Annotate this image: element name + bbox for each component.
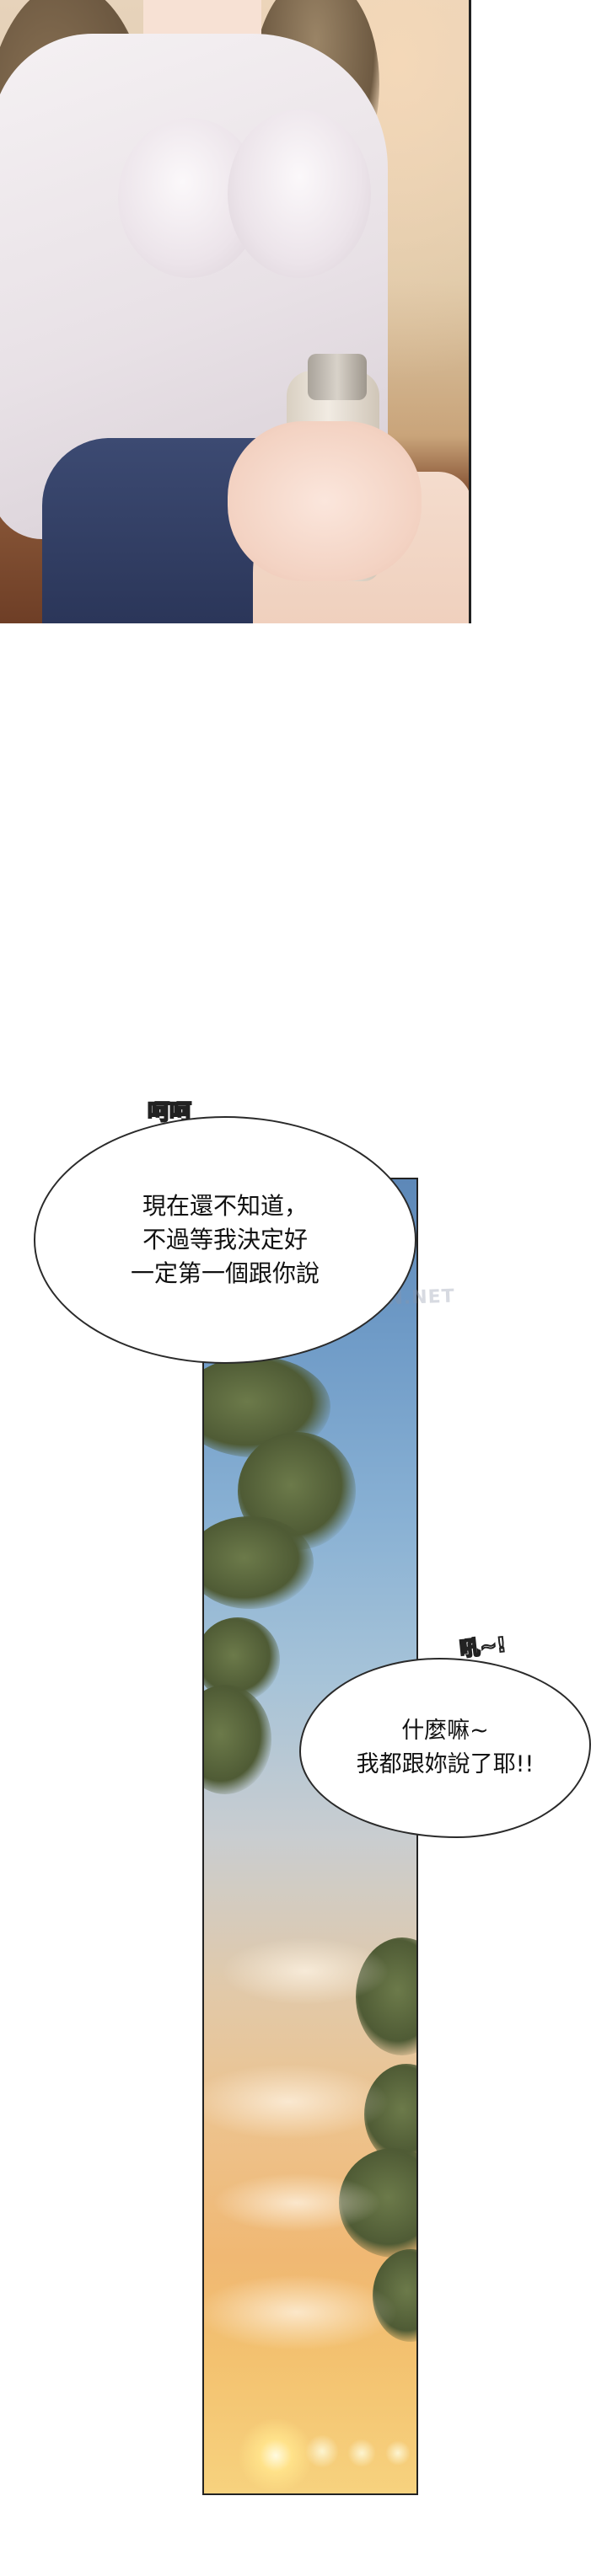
speech-line: 什麼嘛~ xyxy=(401,1718,489,1744)
sun-illustration xyxy=(238,2418,314,2493)
cloud-illustration xyxy=(204,2064,389,2140)
cloud-illustration xyxy=(204,2274,398,2350)
lens-flare xyxy=(347,2439,376,2467)
lens-flare xyxy=(385,2440,411,2466)
speech-line: 現在還不知道， xyxy=(142,1192,308,1220)
comic-panel-character xyxy=(0,0,471,623)
shirt-shading xyxy=(228,110,371,278)
lens-flare xyxy=(305,2434,339,2468)
cloud-illustration xyxy=(212,2173,381,2232)
sound-effect-shout: 吼~! xyxy=(458,1632,508,1662)
speech-bubble: 現在還不知道， 不過等我決定好 一定第一個跟你說 xyxy=(34,1116,416,1364)
speech-line: 一定第一個跟你說 xyxy=(130,1259,320,1287)
speech-bubble: 什麼嘛~ 我都跟妳說了耶!! xyxy=(299,1658,591,1838)
bottle-cap-illustration xyxy=(308,354,367,400)
foliage-illustration xyxy=(204,1685,271,1794)
cloud-illustration xyxy=(221,1937,389,2005)
speech-line: 我都跟妳說了耶!! xyxy=(356,1751,534,1777)
speech-line: 不過等我決定好 xyxy=(142,1226,308,1253)
hands-illustration xyxy=(228,421,422,581)
comic-panel-sky xyxy=(202,1178,418,2495)
